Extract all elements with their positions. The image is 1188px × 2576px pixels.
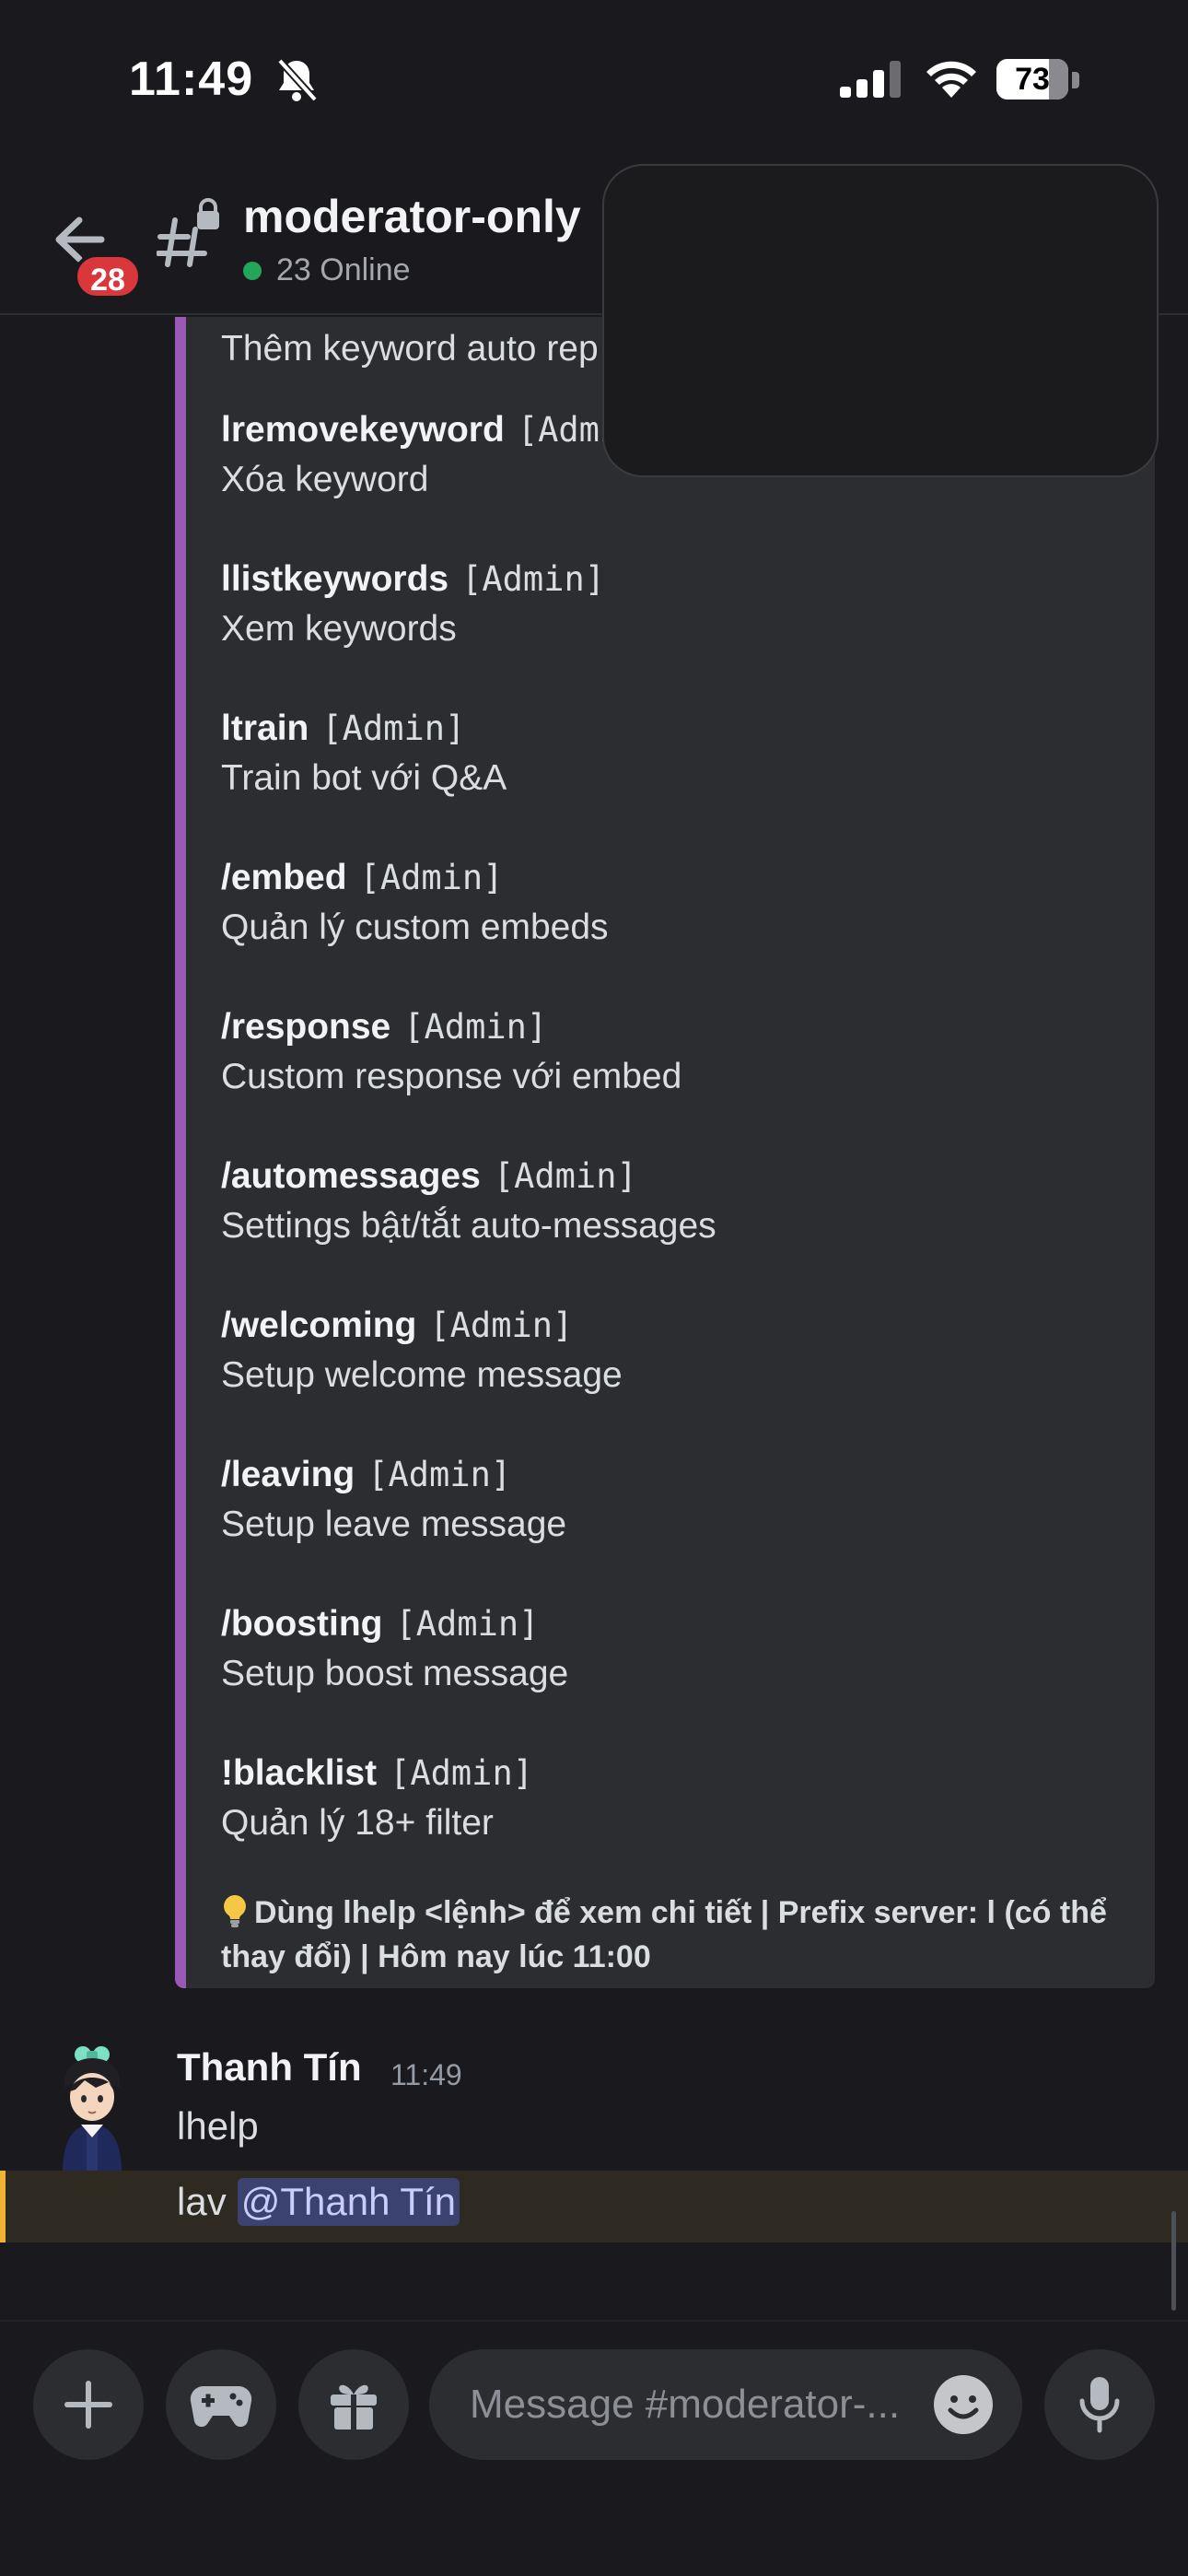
message-text: lav @Thanh Tín [177,2178,460,2226]
online-status: 23 Online [243,252,411,288]
add-attachment-button[interactable] [33,2349,144,2460]
emoji-icon[interactable] [934,2375,993,2434]
gift-icon [331,2384,377,2430]
command-name: /response [221,1007,391,1047]
command-tag: [Admin] [359,858,504,897]
status-time: 11:49 [129,53,254,106]
command-description: Quản lý 18+ filter [221,1803,494,1843]
message-timestamp: 11:49 [390,2058,462,2091]
command-tag: [Admin] [403,1007,548,1047]
command-name: lremovekeyword [221,410,505,450]
command-tag: [Admin] [321,708,466,748]
command-description: Setup boost message [221,1654,569,1693]
message-list[interactable]: Thêm keyword auto rep lremovekeyword [Adm… [0,317,1188,2320]
command-description: Settings bật/tắt auto-messages [221,1206,716,1246]
command-entry: !blacklist [Admin] Quản lý 18+ filter [221,1749,1142,1848]
command-name: !blacklist [221,1753,378,1793]
microphone-icon [1079,2377,1120,2433]
cellular-signal-icon [840,61,901,98]
avatar[interactable] [52,2045,133,2172]
command-entry: ltrain [Admin] Train bot với Q&A [221,704,1142,803]
message-author[interactable]: Thanh Tín [177,2045,362,2090]
gamepad-icon [190,2385,252,2428]
command-tag: [Admin] [461,559,606,599]
command-tag: [Admin] [395,1604,540,1644]
message-text: lhelp [177,2104,259,2148]
command-tag: [Admin] [390,1753,534,1793]
footer-line-2: thay đổi) | Hôm nay lúc 11:00 [221,1939,651,1974]
command-entry: /response [Admin] Custom response với emb… [221,1002,1142,1102]
status-bar: 11:49 73 [0,0,1188,157]
command-name: /boosting [221,1604,383,1644]
apps-button[interactable] [166,2349,276,2460]
command-name: /leaving [221,1455,355,1494]
voice-message-button[interactable] [1044,2349,1155,2460]
message-input-placeholder: Message #moderator-... [470,2382,901,2427]
locked-channel-hash-icon [157,198,219,267]
command-entry: /automessages [Admin] Settings bật/tắt au… [221,1152,1142,1251]
wifi-icon [926,61,976,98]
message-text-prefix: lav [177,2180,227,2223]
command-name: ltrain [221,708,309,748]
user-mention[interactable]: @Thanh Tín [237,2178,460,2226]
command-description: Quản lý custom embeds [221,907,609,947]
mention-highlight-row: lav @Thanh Tín [0,2171,1188,2242]
command-entry: /boosting [Admin] Setup boost message [221,1599,1142,1699]
command-description: Custom response với embed [221,1057,682,1096]
command-tag: [Admin] [367,1455,512,1494]
channel-name[interactable]: moderator-only [243,190,581,243]
command-description: Setup leave message [221,1505,567,1544]
command-name: /automessages [221,1156,481,1196]
battery-level: 73 [1015,62,1050,97]
command-name: llistkeywords [221,559,449,599]
app-root: 11:49 73 28 moderator-only 23 Online Thê… [0,0,1188,2576]
battery-tip [1072,72,1079,88]
command-description: Train bot với Q&A [221,758,507,798]
command-tag: [Admin] [493,1156,637,1196]
online-count: 23 Online [276,252,411,287]
gift-button[interactable] [298,2349,409,2460]
embed-accent-bar [175,317,186,1988]
command-entry: /welcoming [Admin] Setup welcome message [221,1301,1142,1400]
unread-badge: 28 [74,253,142,299]
command-name: /welcoming [221,1306,417,1345]
bell-slash-icon [277,58,318,102]
lightbulb-icon [224,1895,246,1927]
scrollbar[interactable] [1171,2211,1176,2311]
footer-line-1: Dùng lhelp <lệnh> để xem chi tiết | Pref… [254,1895,1107,1930]
message-composer: Message #moderator-... [0,2320,1188,2576]
help-embed: Thêm keyword auto rep lremovekeyword [Adm… [175,317,1155,1988]
plus-icon [64,2381,112,2429]
overlay-panel [602,164,1159,477]
message-input[interactable]: Message #moderator-... [429,2349,1022,2460]
command-tag: [Admin] [429,1306,574,1345]
command-description: Setup welcome message [221,1355,623,1395]
command-entry: /leaving [Admin] Setup leave message [221,1450,1142,1550]
battery-icon: 73 [996,59,1068,100]
command-entry: llistkeywords [Admin] Xem keywords [221,555,1142,654]
online-dot [243,261,262,280]
command-name: /embed [221,858,347,897]
embed-footer: Dùng lhelp <lệnh> để xem chi tiết | Pref… [221,1891,1142,1979]
command-description: Xem keywords [221,609,457,649]
command-entry: /embed [Admin] Quản lý custom embeds [221,853,1142,953]
